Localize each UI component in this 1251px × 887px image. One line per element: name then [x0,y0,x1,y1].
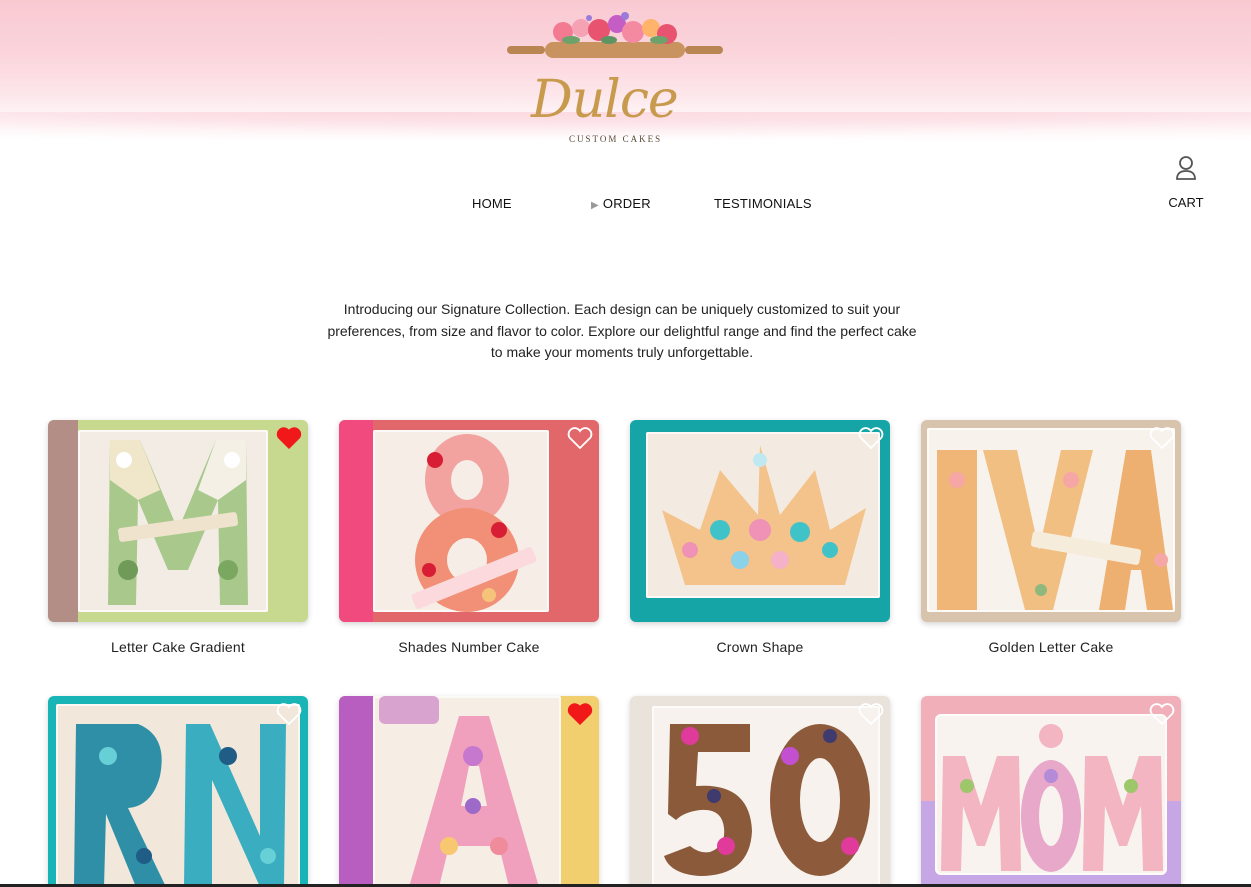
favorite-heart-icon[interactable] [1149,702,1175,726]
favorite-heart-icon[interactable] [1149,426,1175,450]
letter-a-cake-icon [379,696,539,887]
product-image[interactable] [630,696,890,887]
product-image[interactable] [48,696,308,887]
favorite-heart-icon[interactable] [276,426,302,450]
nav-home[interactable]: HOME [472,196,512,211]
nav-order-label: ORDER [602,196,651,211]
crown-cake-icon [662,445,866,585]
product-card[interactable]: Golden Letter Cake [921,420,1181,655]
product-image[interactable] [921,696,1181,887]
cart-label: CART [1168,195,1204,210]
product-title[interactable]: Crown Shape [630,639,890,655]
product-card[interactable] [630,696,890,887]
favorite-heart-icon[interactable] [567,702,593,726]
product-card[interactable] [48,696,308,887]
product-title[interactable]: Letter Cake Gradient [48,639,308,655]
number-fifty-cake-icon [664,724,870,876]
brand-tagline: CUSTOM CAKES [569,134,663,144]
product-image[interactable] [339,696,599,887]
main-nav: HOME ▶ ORDER TESTIMONIALS [0,196,1251,216]
caret-right-icon: ▶ [591,200,599,211]
brand-name: Dulce [531,70,679,130]
product-title[interactable]: Golden Letter Cake [921,639,1181,655]
product-card[interactable]: Shades Number Cake [339,420,599,655]
product-title[interactable]: Shades Number Cake [339,639,599,655]
number-eight-cake-icon [411,434,537,612]
product-image[interactable] [921,420,1181,622]
cart-button[interactable]: CART [1168,155,1204,215]
golden-letters-cake-icon [937,450,1173,610]
product-image[interactable] [48,420,308,622]
product-card[interactable]: Crown Shape [630,420,890,655]
user-icon [1176,156,1196,180]
favorite-heart-icon[interactable] [858,702,884,726]
letter-m-cake-icon [108,440,248,605]
nav-testimonials[interactable]: TESTIMONIALS [714,196,812,211]
brand-logo[interactable]: Dulce CUSTOM CAKES [505,10,725,150]
favorite-heart-icon[interactable] [567,426,593,450]
product-image[interactable] [339,420,599,622]
nav-order[interactable]: ▶ ORDER [591,196,651,211]
favorite-heart-icon[interactable] [858,426,884,450]
product-image[interactable] [630,420,890,622]
product-card[interactable] [921,696,1181,887]
letters-mom-cake-icon [941,724,1163,872]
letters-rn-cake-icon [74,724,286,887]
intro-text: Introducing our Signature Collection. Ea… [327,301,917,360]
product-card[interactable]: Letter Cake Gradient [48,420,308,655]
product-card[interactable] [339,696,599,887]
favorite-heart-icon[interactable] [276,702,302,726]
